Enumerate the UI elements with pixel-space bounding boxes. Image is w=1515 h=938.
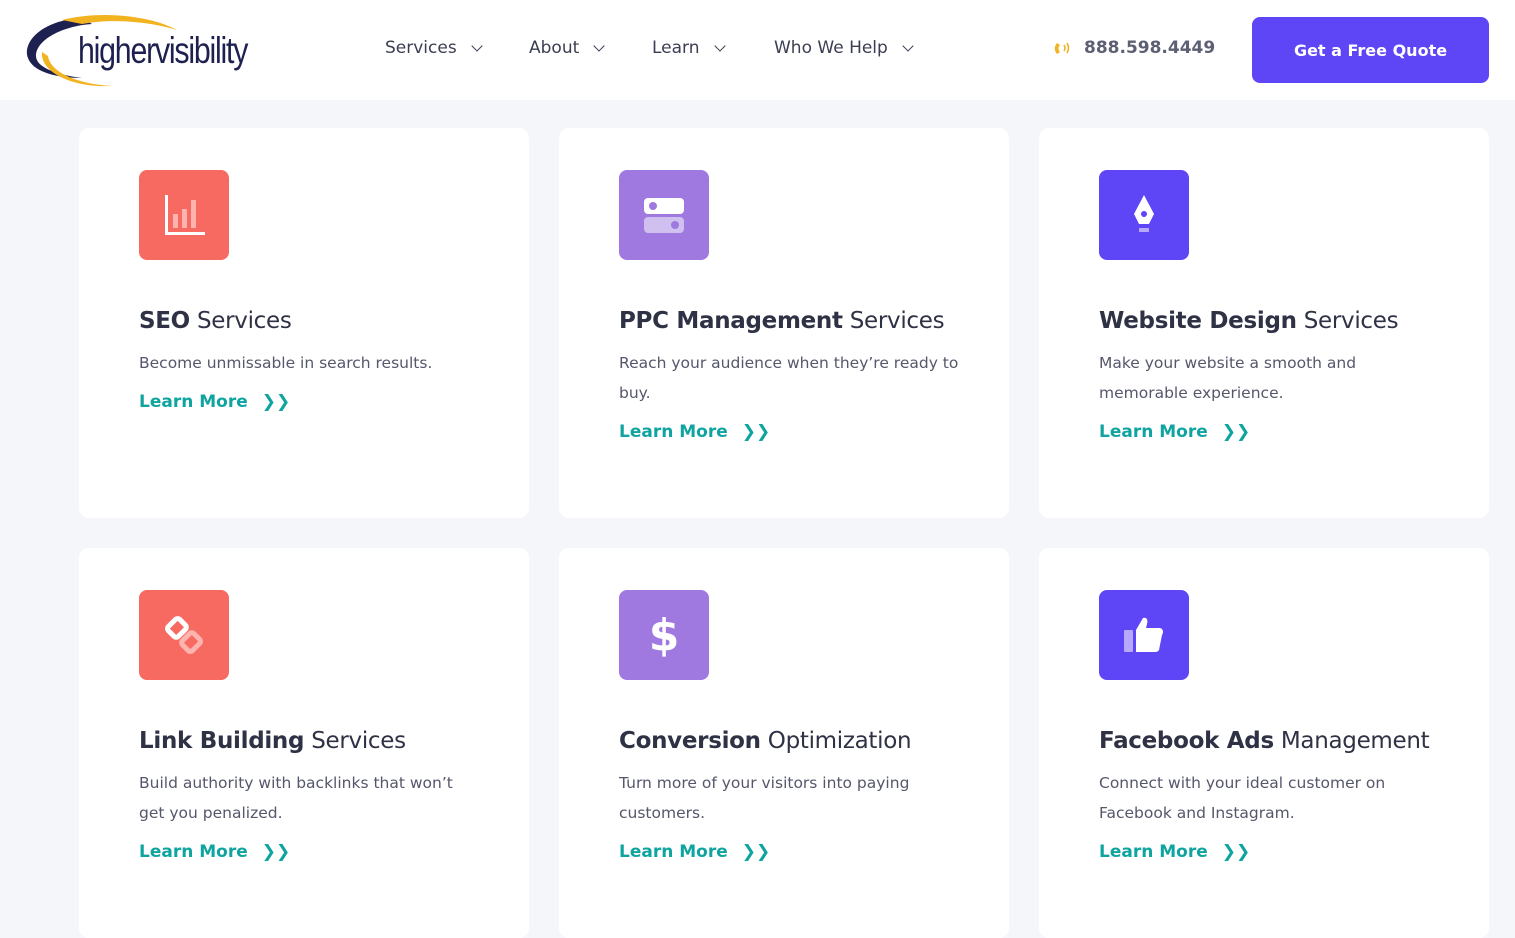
- card-title: SEO Services: [139, 308, 292, 334]
- learn-more-link[interactable]: Learn More ❯❯: [1099, 422, 1429, 442]
- double-chevron-right-icon: ❯❯: [261, 842, 291, 862]
- double-chevron-right-icon: ❯❯: [1221, 842, 1251, 862]
- phone-number: 888.598.4449: [1084, 38, 1216, 58]
- toggle-icon: [619, 170, 709, 260]
- card-description: Connect with your ideal customer on Face…: [1099, 774, 1386, 822]
- pen-nib-icon: [1099, 170, 1189, 260]
- site-header: highervisibility Services About Learn Wh…: [0, 0, 1515, 100]
- nav-label: About: [529, 38, 580, 58]
- card-title: Facebook Ads Management: [1099, 728, 1430, 754]
- card-title: PPC Management Services: [619, 308, 945, 334]
- phone-link[interactable]: 888.598.4449: [1054, 38, 1215, 58]
- service-card-conversion: $ Conversion Optimization Turn more of y…: [559, 548, 1009, 938]
- dollar-icon: $: [619, 590, 709, 680]
- double-chevron-right-icon: ❯❯: [261, 392, 291, 412]
- nav-learn[interactable]: Learn: [652, 38, 726, 58]
- service-card-facebook-ads: Facebook Ads Management Connect with you…: [1039, 548, 1489, 938]
- nav-label: Who We Help: [774, 38, 888, 58]
- get-free-quote-button[interactable]: Get a Free Quote: [1252, 17, 1489, 83]
- logo-text: highervisibility: [78, 30, 248, 71]
- service-card-web-design: Website Design Services Make your websit…: [1039, 128, 1489, 518]
- learn-more-link[interactable]: Learn More ❯❯: [139, 842, 469, 862]
- learn-more-link[interactable]: Learn More ❯❯: [139, 392, 469, 412]
- learn-more-link[interactable]: Learn More ❯❯: [1099, 842, 1429, 862]
- chevron-down-icon: [593, 40, 605, 52]
- learn-more-link[interactable]: Learn More ❯❯: [619, 422, 949, 442]
- nav-label: Services: [385, 38, 457, 58]
- card-title: Website Design Services: [1099, 308, 1399, 334]
- service-card-ppc: PPC Management Services Reach your audie…: [559, 128, 1009, 518]
- card-description: Make your website a smooth and memorable…: [1099, 354, 1357, 402]
- chevron-down-icon: [713, 40, 726, 52]
- service-card-seo: SEO Services Become unmissable in search…: [79, 128, 529, 518]
- learn-more-link[interactable]: Learn More ❯❯: [619, 842, 949, 862]
- card-title: Link Building Services: [139, 728, 406, 754]
- link-icon: [139, 590, 229, 680]
- nav-about[interactable]: About: [529, 38, 605, 58]
- logo[interactable]: highervisibility: [22, 12, 272, 90]
- card-description: Become unmissable in search results.: [139, 354, 433, 372]
- chevron-down-icon: [902, 40, 914, 52]
- service-card-link-building: Link Building Services Build authority w…: [79, 548, 529, 938]
- phone-icon: [1054, 42, 1070, 54]
- card-description: Build authority with backlinks that won’…: [139, 774, 453, 822]
- card-title: Conversion Optimization: [619, 728, 912, 754]
- bar-chart-icon: [139, 170, 229, 260]
- card-description: Turn more of your visitors into paying c…: [619, 774, 910, 822]
- double-chevron-right-icon: ❯❯: [1221, 422, 1251, 442]
- double-chevron-right-icon: ❯❯: [741, 842, 771, 862]
- nav-services[interactable]: Services: [385, 38, 483, 58]
- card-description: Reach your audience when they’re ready t…: [619, 354, 959, 402]
- nav-label: Learn: [652, 38, 700, 58]
- thumbs-up-icon: [1099, 590, 1189, 680]
- double-chevron-right-icon: ❯❯: [741, 422, 771, 442]
- nav-who-we-help[interactable]: Who We Help: [774, 38, 914, 58]
- chevron-down-icon: [471, 40, 483, 52]
